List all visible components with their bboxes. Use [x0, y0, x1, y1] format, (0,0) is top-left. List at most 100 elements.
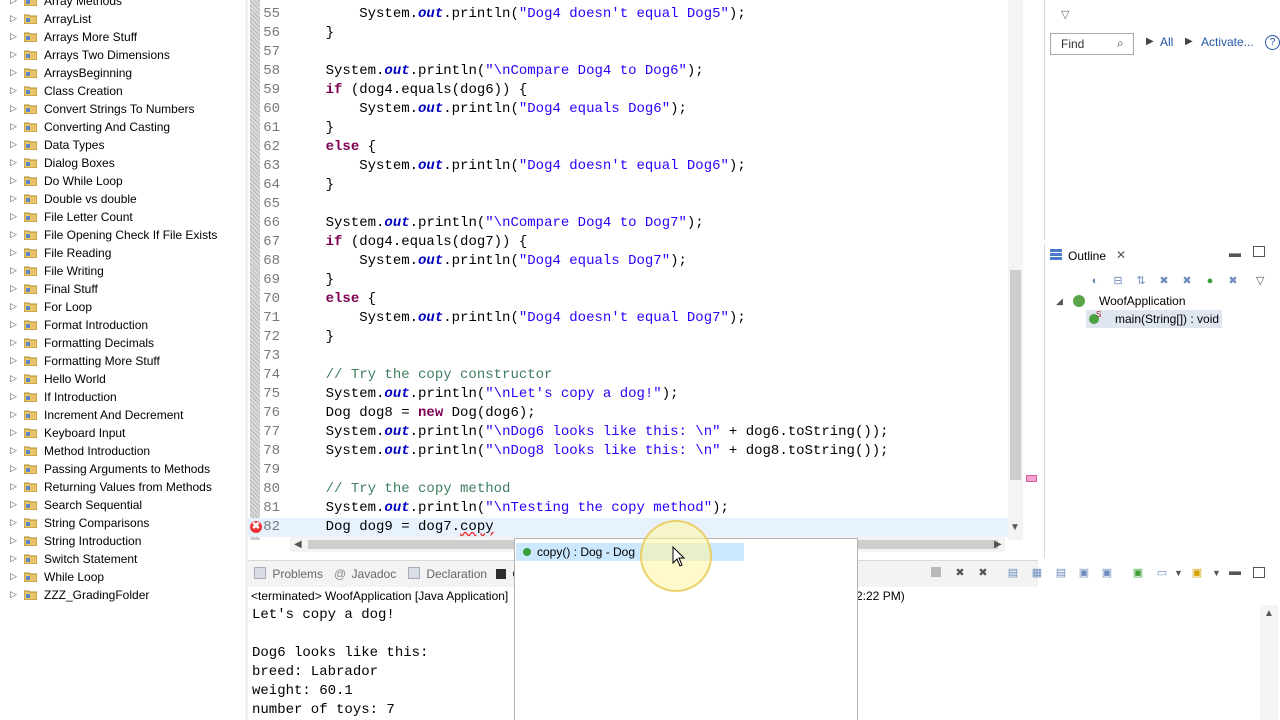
- chevron-right-icon[interactable]: ▷: [10, 571, 17, 582]
- chevron-right-icon[interactable]: ▷: [10, 589, 17, 600]
- chevron-right-icon[interactable]: ▷: [10, 445, 17, 456]
- chevron-right-icon[interactable]: ▷: [10, 553, 17, 564]
- project-item[interactable]: ▷ File Opening Check If File Exists: [0, 226, 245, 244]
- code-line[interactable]: 55 System.out.println("Dog4 doesn't equa…: [248, 5, 1018, 24]
- view-menu-chevron-down-icon[interactable]: ▽: [1256, 274, 1264, 287]
- code-line[interactable]: 58 System.out.println("\nCompare Dog4 to…: [248, 62, 1018, 81]
- code-line[interactable]: 64 }: [248, 176, 1018, 195]
- project-item[interactable]: ▷ Returning Values from Methods: [0, 478, 245, 496]
- chevron-right-icon[interactable]: ▷: [10, 427, 17, 438]
- chevron-right-icon[interactable]: ▷: [10, 67, 17, 78]
- chevron-right-icon[interactable]: ▷: [10, 139, 17, 150]
- chevron-down-icon[interactable]: ▼: [1174, 568, 1183, 578]
- chevron-right-icon[interactable]: ▷: [10, 301, 17, 312]
- code-line[interactable]: 67 if (dog4.equals(dog7)) {: [248, 233, 1018, 252]
- all-link[interactable]: All: [1160, 35, 1173, 49]
- project-item[interactable]: ▷ Final Stuff: [0, 280, 245, 298]
- chevron-right-icon[interactable]: ▷: [10, 391, 17, 402]
- clear-console-icon[interactable]: ▤: [1006, 566, 1020, 580]
- chevron-right-icon[interactable]: ▷: [10, 157, 17, 168]
- show-stdout-icon[interactable]: ▣: [1077, 566, 1091, 580]
- project-item[interactable]: ▷ String Comparisons: [0, 514, 245, 532]
- project-item[interactable]: ▷ Class Creation: [0, 82, 245, 100]
- project-item[interactable]: ▷ ArraysBeginning: [0, 64, 245, 82]
- chevron-right-icon[interactable]: ▷: [10, 31, 17, 42]
- chevron-right-icon[interactable]: ▷: [10, 0, 17, 6]
- project-item[interactable]: ▷ ArrayList: [0, 10, 245, 28]
- project-item[interactable]: ▷ While Loop: [0, 568, 245, 586]
- chevron-right-icon[interactable]: ▷: [10, 319, 17, 330]
- hide-local-types-icon[interactable]: ●: [1203, 274, 1217, 288]
- minimize-icon[interactable]: ▬: [1229, 564, 1241, 578]
- remove-launch-icon[interactable]: ✖: [953, 566, 967, 580]
- project-item[interactable]: ▷ Arrays More Stuff: [0, 28, 245, 46]
- code-line[interactable]: 79: [248, 461, 1018, 480]
- chevron-right-icon[interactable]: ▷: [10, 337, 17, 348]
- chevron-down-icon[interactable]: ▼: [1212, 568, 1221, 578]
- project-item[interactable]: ▷ Array Methods: [0, 0, 245, 10]
- code-line[interactable]: 71 System.out.println("Dog4 doesn't equa…: [248, 309, 1018, 328]
- code-line[interactable]: 72 }: [248, 328, 1018, 347]
- chevron-right-icon[interactable]: ▷: [10, 85, 17, 96]
- project-item[interactable]: ▷ Do While Loop: [0, 172, 245, 190]
- project-item[interactable]: ▷ ZZZ_GradingFolder: [0, 586, 245, 604]
- code-line[interactable]: 56 }: [248, 24, 1018, 43]
- code-editor[interactable]: 55 System.out.println("Dog4 doesn't equa…: [248, 0, 1038, 555]
- chevron-right-icon[interactable]: ▷: [10, 373, 17, 384]
- find-input[interactable]: Find ⌕: [1050, 33, 1134, 55]
- maximize-icon[interactable]: [1253, 246, 1265, 257]
- project-item[interactable]: ▷ String Introduction: [0, 532, 245, 550]
- project-item[interactable]: ▷ Double vs double: [0, 190, 245, 208]
- code-line[interactable]: 66 System.out.println("\nCompare Dog4 to…: [248, 214, 1018, 233]
- code-line[interactable]: 59 if (dog4.equals(dog6)) {: [248, 81, 1018, 100]
- project-item[interactable]: ▷ Increment And Decrement: [0, 406, 245, 424]
- code-line[interactable]: 70 else {: [248, 290, 1018, 309]
- hide-fields-icon[interactable]: ◐: [1088, 274, 1102, 288]
- code-line[interactable]: 74 // Try the copy constructor: [248, 366, 1018, 385]
- chevron-right-icon[interactable]: ▷: [10, 355, 17, 366]
- console-vertical-scrollbar[interactable]: ▲: [1260, 605, 1278, 720]
- chevron-right-icon[interactable]: ▷: [10, 103, 17, 114]
- code-line[interactable]: 75 System.out.println("\nLet's copy a do…: [248, 385, 1018, 404]
- activate-link[interactable]: Activate...: [1201, 35, 1254, 49]
- chevron-right-icon[interactable]: ▷: [10, 409, 17, 420]
- project-item[interactable]: ▷ Method Introduction: [0, 442, 245, 460]
- chevron-right-icon[interactable]: ▷: [10, 247, 17, 258]
- chevron-right-icon[interactable]: ▷: [10, 193, 17, 204]
- project-item[interactable]: ▷ For Loop: [0, 298, 245, 316]
- code-line[interactable]: 69 }: [248, 271, 1018, 290]
- sort-icon[interactable]: ⇅: [1134, 274, 1148, 288]
- scroll-right-arrow-icon[interactable]: ▶: [994, 539, 1002, 550]
- help-icon[interactable]: ?: [1265, 35, 1280, 50]
- chevron-right-icon[interactable]: ▷: [10, 211, 17, 222]
- project-item[interactable]: ▷ Converting And Casting: [0, 118, 245, 136]
- code-line[interactable]: 73: [248, 347, 1018, 366]
- tab-problems[interactable]: Problems: [254, 567, 323, 581]
- error-overview-marker[interactable]: [1026, 475, 1037, 482]
- chevron-right-icon[interactable]: ▷: [10, 121, 17, 132]
- project-item[interactable]: ▷ Search Sequential: [0, 496, 245, 514]
- project-item[interactable]: ▷ File Letter Count: [0, 208, 245, 226]
- chevron-right-icon[interactable]: ▷: [10, 13, 17, 24]
- project-item[interactable]: ▷ Data Types: [0, 136, 245, 154]
- project-item[interactable]: ▷ Switch Statement: [0, 550, 245, 568]
- chevron-right-icon[interactable]: ▷: [10, 517, 17, 528]
- project-item[interactable]: ▷ Dialog Boxes: [0, 154, 245, 172]
- scroll-left-arrow-icon[interactable]: ◀: [294, 539, 302, 550]
- hide-static-icon[interactable]: ✖: [1157, 274, 1171, 288]
- project-item[interactable]: ▷ Convert Strings To Numbers: [0, 100, 245, 118]
- maximize-icon[interactable]: [1253, 567, 1265, 578]
- project-item[interactable]: ▷ Arrays Two Dimensions: [0, 46, 245, 64]
- project-item[interactable]: ▷ File Reading: [0, 244, 245, 262]
- code-line[interactable]: 63 System.out.println("Dog4 doesn't equa…: [248, 157, 1018, 176]
- project-item[interactable]: ▷ Keyboard Input: [0, 424, 245, 442]
- chevron-right-icon[interactable]: ▷: [10, 49, 17, 60]
- project-item[interactable]: ▷ Format Introduction: [0, 316, 245, 334]
- word-wrap-icon[interactable]: ▤: [1054, 566, 1068, 580]
- chevron-right-icon[interactable]: ▷: [10, 229, 17, 240]
- code-line[interactable]: 76 Dog dog8 = new Dog(dog6);: [248, 404, 1018, 423]
- view-menu-chevron-down-icon[interactable]: ▽: [1061, 8, 1069, 21]
- project-item[interactable]: ▷ Formatting Decimals: [0, 334, 245, 352]
- chevron-right-icon[interactable]: ▷: [10, 499, 17, 510]
- chevron-down-icon[interactable]: ◢: [1056, 296, 1063, 307]
